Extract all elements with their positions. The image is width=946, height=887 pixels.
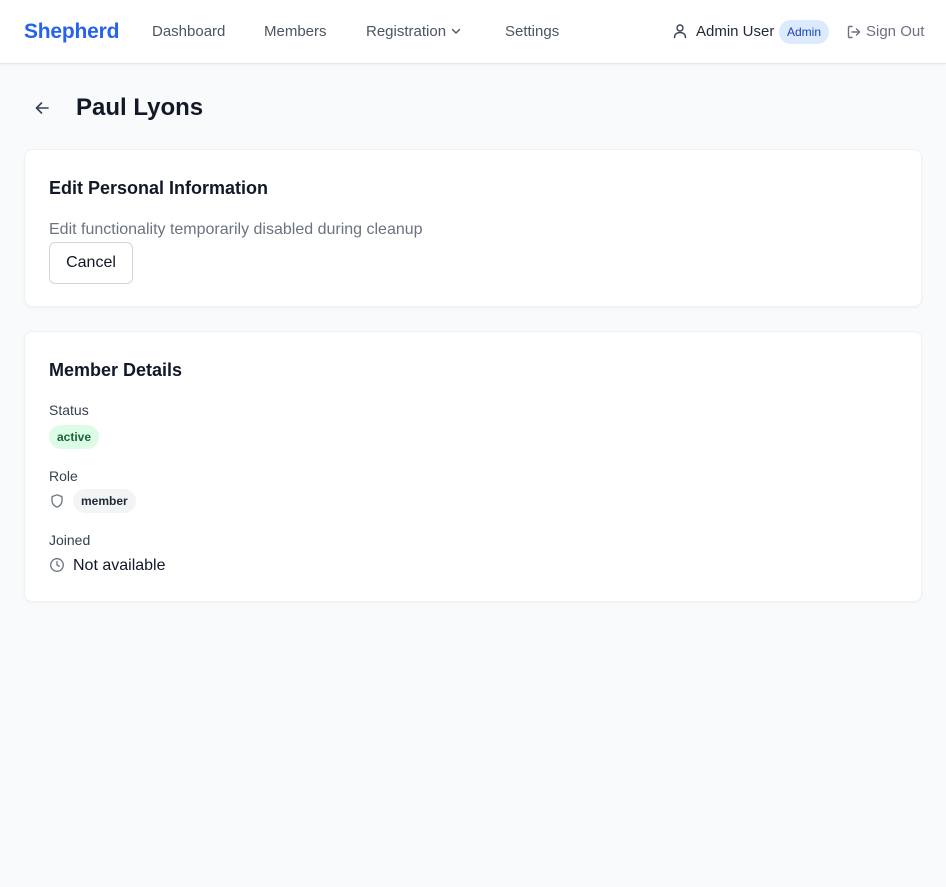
card-title-details: Member Details: [49, 360, 183, 380]
arrow-left-icon: [35, 102, 49, 114]
role-label: Role: [49, 468, 78, 484]
status-label: Status: [49, 402, 89, 418]
nav-item-members[interactable]: Members: [264, 22, 327, 42]
chevron-down-icon: [451, 28, 461, 34]
brand-logo[interactable]: Shepherd: [24, 20, 119, 44]
card-title-edit: Edit Personal Information: [49, 178, 269, 198]
admin-role-badge: Admin: [779, 20, 830, 44]
sign-out-label: Sign Out: [866, 23, 925, 40]
nav-item-settings[interactable]: Settings: [505, 22, 559, 42]
back-button[interactable]: [28, 94, 56, 122]
user-name: Admin User: [696, 23, 775, 40]
sign-out-icon: [847, 25, 861, 39]
member-details-card: Member Details Status active Role member…: [24, 331, 922, 602]
joined-label: Joined: [49, 532, 91, 548]
nav-item-dashboard[interactable]: Dashboard: [152, 22, 225, 42]
edit-personal-information-card: Edit Personal Information Edit functiona…: [24, 149, 922, 307]
joined-value: Not available: [73, 557, 166, 574]
shield-icon: [51, 494, 63, 508]
status-badge: active: [49, 425, 100, 449]
page-title: Paul Lyons: [76, 94, 204, 121]
nav-item-registration-label: Registration: [366, 23, 447, 40]
top-navigation-bar: Shepherd Dashboard Members Registration …: [0, 0, 946, 64]
cancel-button[interactable]: Cancel: [49, 242, 133, 284]
edit-disabled-note: Edit functionality temporarily disabled …: [49, 221, 423, 238]
user-icon: [673, 24, 687, 39]
role-badge: member: [73, 489, 136, 513]
nav-item-registration[interactable]: Registration: [366, 22, 462, 42]
clock-icon: [50, 558, 64, 572]
